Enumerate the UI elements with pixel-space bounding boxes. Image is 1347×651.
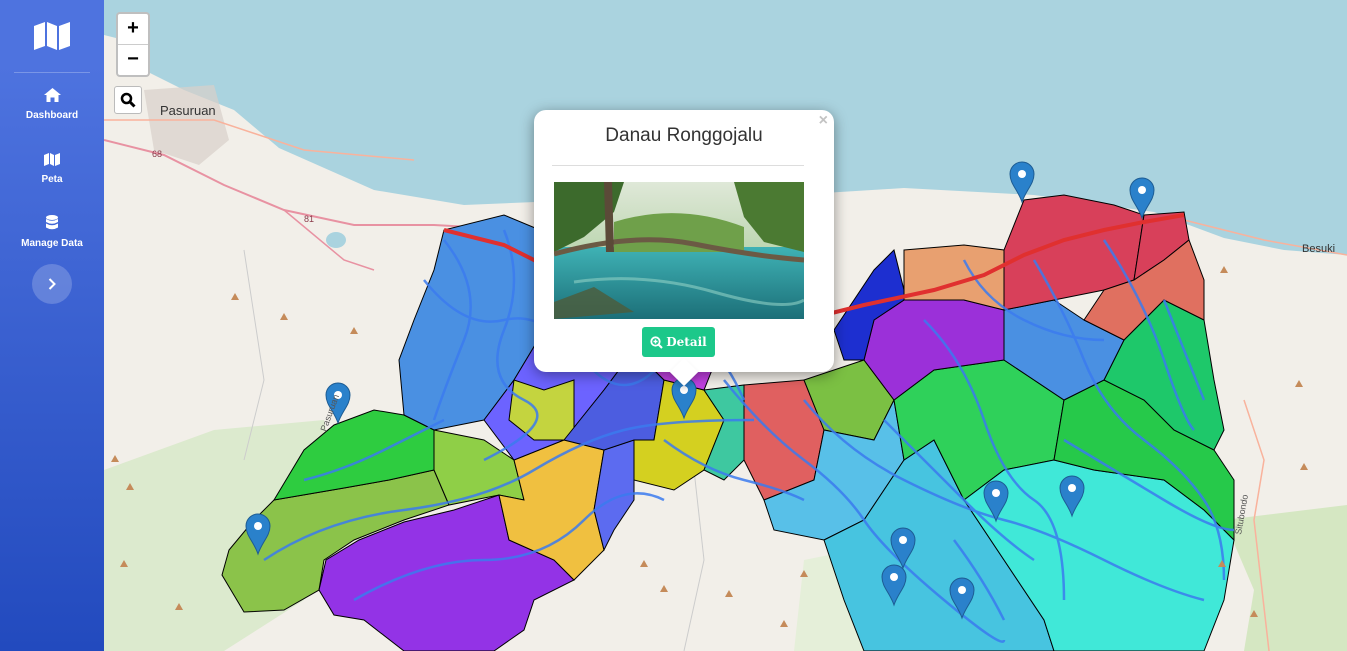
map-icon <box>34 22 70 50</box>
popup-divider <box>552 165 804 166</box>
search-icon <box>120 92 136 108</box>
map-view[interactable]: Pasuruan 68 81 Besuki Situbondo Pasuruan… <box>104 0 1347 651</box>
map-label-city: Pasuruan <box>160 103 216 118</box>
database-icon <box>46 215 58 230</box>
detail-button[interactable]: Detail <box>642 327 715 357</box>
sidebar-item-label: Manage Data <box>21 238 83 249</box>
sidebar-brand[interactable] <box>0 0 104 72</box>
home-icon <box>43 88 61 102</box>
district-region <box>903 244 1005 311</box>
map-label-besuki: Besuki <box>1302 243 1335 255</box>
sidebar: Dashboard Peta Manage Data <box>0 0 104 651</box>
chevron-right-icon <box>48 278 56 290</box>
map-search-button[interactable] <box>114 86 142 114</box>
sidebar-item-peta[interactable]: Peta <box>0 153 104 185</box>
sidebar-divider <box>14 72 90 73</box>
detail-button-label: Detail <box>666 335 707 349</box>
road-shield-81: 81 <box>304 214 314 224</box>
lake <box>326 232 346 248</box>
zoom-out-button[interactable]: − <box>118 44 148 75</box>
popup-title: Danau Ronggojalu <box>605 125 763 146</box>
search-plus-icon <box>650 335 663 349</box>
zoom-control: + − <box>116 12 150 77</box>
road-shield-68: 68 <box>152 149 162 159</box>
sidebar-item-label: Dashboard <box>25 110 79 121</box>
sidebar-item-manage-data[interactable]: Manage Data <box>0 215 104 249</box>
zoom-in-button[interactable]: + <box>118 14 148 44</box>
sidebar-item-dashboard[interactable]: Dashboard <box>0 88 104 121</box>
sidebar-item-label: Peta <box>41 174 63 185</box>
sidebar-toggle-button[interactable] <box>32 264 72 304</box>
map-icon <box>44 153 60 166</box>
location-photo <box>554 182 804 319</box>
location-popup: × Danau Ronggojalu Detail <box>534 110 834 387</box>
